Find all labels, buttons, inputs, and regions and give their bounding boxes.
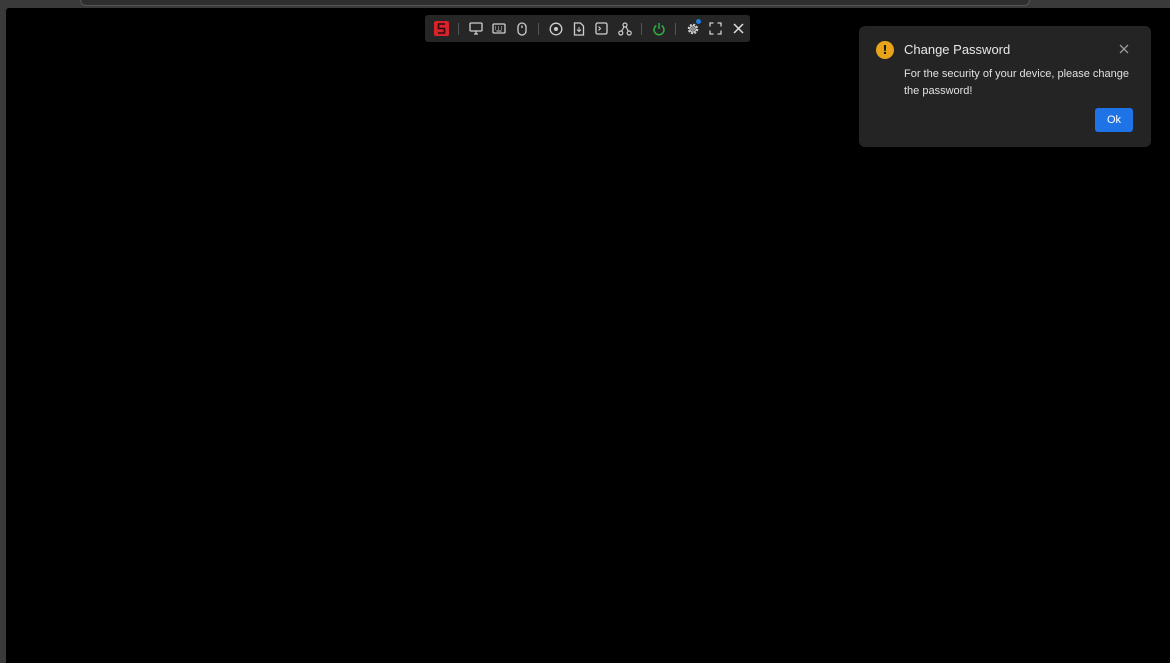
- toolbar-divider: [538, 22, 539, 35]
- notification-message: For the security of your device, please …: [904, 68, 1130, 97]
- monitor-icon[interactable]: [464, 15, 487, 42]
- toolbar-divider: [641, 22, 642, 35]
- file-icon[interactable]: [567, 15, 590, 42]
- close-icon[interactable]: [727, 15, 750, 42]
- notification-title: Change Password: [904, 42, 1011, 57]
- toolbar-divider: [458, 22, 459, 35]
- toolbar-divider: [675, 22, 676, 35]
- logo-icon[interactable]: [430, 15, 453, 42]
- keyboard-icon[interactable]: [487, 15, 510, 42]
- warning-icon: !: [876, 41, 894, 59]
- change-password-notification: ! Change Password For the security of yo…: [859, 26, 1151, 147]
- mouse-icon[interactable]: [510, 15, 533, 42]
- fullscreen-icon[interactable]: [704, 15, 727, 42]
- ok-button[interactable]: Ok: [1095, 108, 1133, 132]
- settings-icon[interactable]: [681, 15, 704, 42]
- record-icon[interactable]: [544, 15, 567, 42]
- notification-dot: [696, 19, 701, 24]
- remote-toolbar: [425, 15, 750, 42]
- network-icon[interactable]: [613, 15, 636, 42]
- address-bar: [80, 0, 1030, 6]
- terminal-icon[interactable]: [590, 15, 613, 42]
- close-notification-icon[interactable]: [1117, 42, 1131, 56]
- power-icon[interactable]: [647, 15, 670, 42]
- app-window: ! Change Password For the security of yo…: [0, 0, 1170, 663]
